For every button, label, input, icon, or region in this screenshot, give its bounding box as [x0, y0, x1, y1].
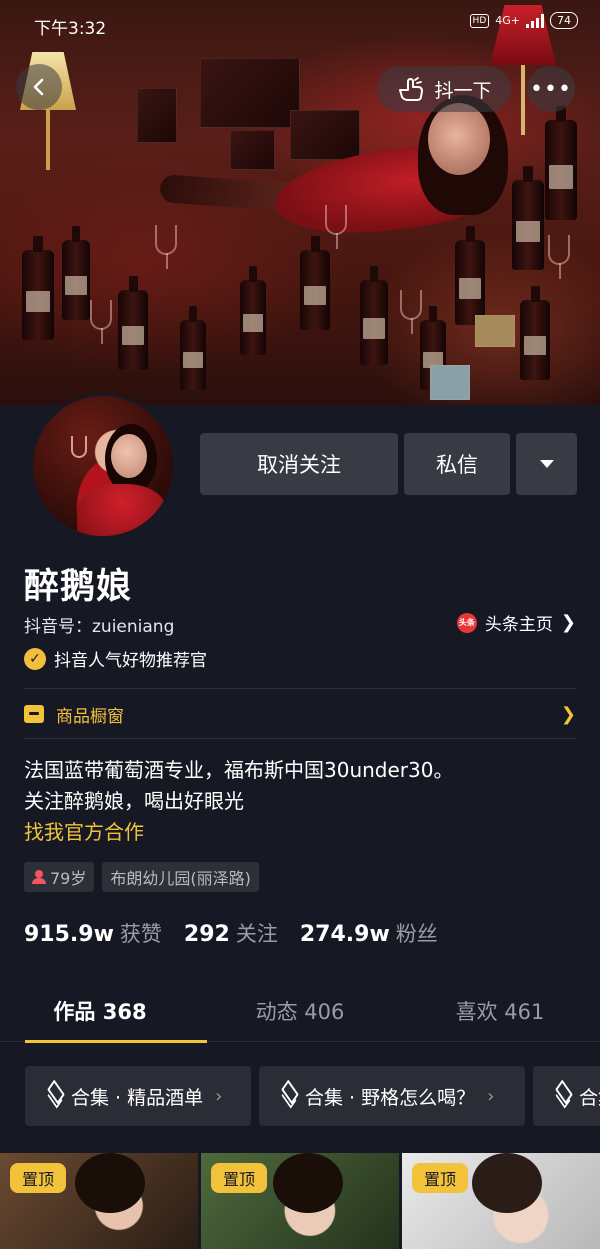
business-link[interactable]: 找我官方合作 [24, 817, 453, 848]
layers-icon [45, 1088, 63, 1104]
shop-window-link[interactable]: 商品橱窗 ❯ [24, 700, 576, 728]
video-thumbnail[interactable]: 置顶 [201, 1153, 399, 1249]
collection-item[interactable]: 合集 [533, 1066, 600, 1126]
toutiao-label: 头条主页 [484, 615, 553, 635]
following-label: 关注 [235, 922, 278, 946]
divider [24, 738, 576, 739]
age-tag: 79岁 [24, 862, 95, 892]
divider [24, 688, 576, 689]
collection-item[interactable]: 合集 · 野格怎么喝？ › [259, 1066, 525, 1126]
pinned-badge: 置顶 [211, 1163, 268, 1193]
status-indicators: HD 4G+ 74 [469, 12, 578, 29]
likes-count: 915.9w [24, 922, 114, 947]
cover-image[interactable]: 下午3:32 HD 4G+ 74 抖一下 ••• [0, 0, 600, 405]
more-button[interactable]: ••• [527, 66, 575, 112]
following-count: 292 [183, 922, 230, 947]
bio: 法国蓝带葡萄酒专业，福布斯中国30under30。 关注醉鹅娘，喝出好眼光 找我… [24, 755, 453, 848]
profile-page: 下午3:32 HD 4G+ 74 抖一下 ••• 取消关注 私信 醉鹅娘 抖音号… [0, 0, 600, 1249]
followers-label: 粉丝 [395, 922, 438, 946]
collection-label: 合集 · 精品酒单 [71, 1086, 204, 1109]
stats: 915.9w 获赞 292 关注 274.9w 粉丝 [24, 918, 438, 948]
collections-row: 合集 · 精品酒单 › 合集 · 野格怎么喝？ › 合集 [25, 1066, 600, 1126]
location-tag[interactable]: 布朗幼儿园(丽泽路) [102, 862, 259, 892]
bio-line: 法国蓝带葡萄酒专业，福布斯中国30under30。 [24, 758, 454, 782]
video-thumbnail[interactable]: 置顶 [0, 1153, 198, 1249]
message-button[interactable]: 私信 [404, 433, 510, 495]
profile-tags: 79岁 布朗幼儿园(丽泽路) [24, 862, 259, 892]
collection-label: 合集 [579, 1086, 600, 1109]
verified-icon: ✓ [24, 647, 46, 670]
dropdown-icon [539, 460, 554, 468]
followers-stat[interactable]: 274.9w 粉丝 [300, 918, 438, 948]
dropdown-button[interactable] [516, 433, 577, 495]
chevron-right-icon: ❯ [560, 703, 576, 725]
age-label: 79岁 [50, 869, 87, 888]
shake-button[interactable]: 抖一下 [377, 66, 511, 112]
layers-icon [553, 1088, 571, 1104]
signal-icon [526, 13, 544, 28]
followers-count: 274.9w [299, 922, 390, 947]
location-label: 布朗幼儿园(丽泽路) [110, 869, 251, 888]
chevron-right-icon: › [487, 1085, 495, 1107]
tab-updates[interactable]: 动态 406 [200, 990, 400, 1041]
verified-badge: ✓ 抖音人气好物推荐官 [24, 646, 207, 671]
following-stat[interactable]: 292 关注 [184, 918, 278, 948]
back-button[interactable] [16, 64, 62, 110]
collection-label: 合集 · 野格怎么喝？ [305, 1086, 476, 1109]
video-thumbnail[interactable]: 置顶 [402, 1153, 600, 1249]
douyin-id: 抖音号：zuieniang [24, 617, 175, 637]
toutiao-icon: 头条 [456, 612, 477, 633]
likes-stat[interactable]: 915.9w 获赞 [24, 918, 162, 948]
video-grid: 置顶 置顶 置顶 [0, 1153, 600, 1249]
likes-label: 获赞 [119, 922, 162, 946]
shop-label: 商品橱窗 [56, 706, 124, 727]
shake-hand-icon [399, 77, 424, 101]
pinned-badge: 置顶 [412, 1163, 469, 1193]
shop-icon [24, 705, 44, 723]
network-indicator: 4G+ [495, 14, 520, 27]
status-time: 下午3:32 [34, 19, 107, 39]
chevron-right-icon: ❯ [560, 612, 576, 633]
profile-name: 醉鹅娘 [24, 567, 133, 607]
avatar[interactable] [30, 393, 176, 539]
content-tabs: 作品 368 动态 406 喜欢 461 [0, 990, 600, 1043]
back-icon [33, 78, 44, 96]
shake-label: 抖一下 [434, 79, 492, 102]
chevron-right-icon: › [215, 1085, 223, 1107]
verified-label: 抖音人气好物推荐官 [54, 651, 207, 671]
layers-icon [279, 1088, 297, 1104]
tab-likes[interactable]: 喜欢 461 [400, 990, 600, 1041]
person-icon [32, 870, 46, 884]
unfollow-button[interactable]: 取消关注 [200, 433, 398, 495]
hd-indicator: HD [469, 13, 490, 28]
more-icon: ••• [530, 76, 572, 102]
tab-works[interactable]: 作品 368 [0, 990, 207, 1043]
battery-indicator: 74 [550, 12, 578, 29]
collection-item[interactable]: 合集 · 精品酒单 › [25, 1066, 251, 1126]
bio-line: 关注醉鹅娘，喝出好眼光 [24, 789, 244, 813]
toutiao-link[interactable]: 头条 头条主页 ❯ [456, 610, 576, 635]
pinned-badge: 置顶 [10, 1163, 67, 1193]
